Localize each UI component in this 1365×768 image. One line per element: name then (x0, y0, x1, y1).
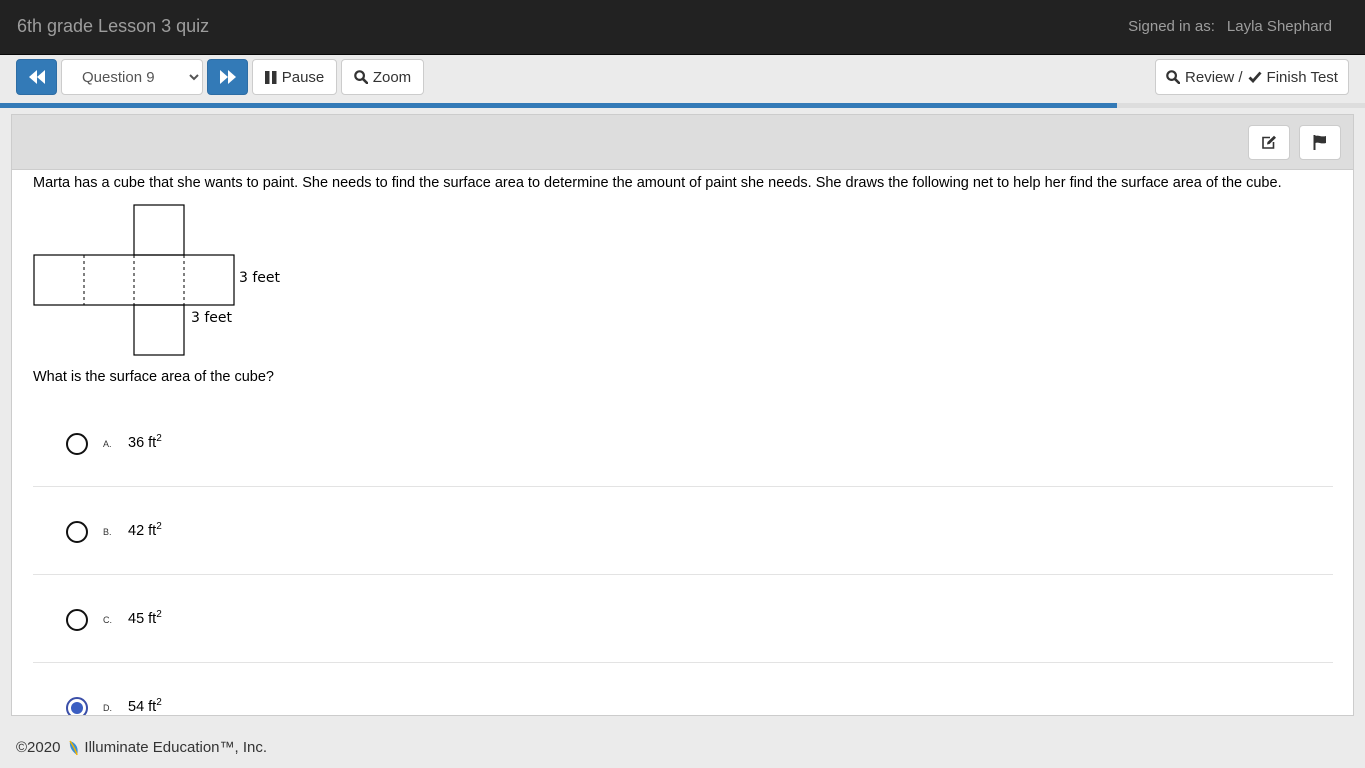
choice-b-radio[interactable] (66, 521, 88, 543)
edit-icon (1262, 135, 1276, 149)
pause-icon (264, 70, 277, 84)
choice-d-text: 54 ft2 (128, 697, 162, 715)
signed-in-info: Signed in as: Layla Shephard (1128, 18, 1332, 35)
test-toolbar: Question 9 Pause Zoom Review / Finish Te… (0, 55, 1365, 103)
page-footer: ©2020 Illuminate Education™, Inc. (16, 739, 267, 756)
choice-a-text: 36 ft2 (128, 433, 162, 451)
answer-choice-d[interactable]: D. 54 ft2 (33, 663, 1333, 715)
finish-label: Finish Test (1266, 68, 1338, 86)
choice-a-radio[interactable] (66, 433, 88, 455)
question-prompt: Marta has a cube that she wants to paint… (33, 175, 1282, 191)
search-icon (354, 70, 368, 84)
choice-c-radio[interactable] (66, 609, 88, 631)
test-progress-bar (0, 103, 1365, 108)
question-panel: Marta has a cube that she wants to paint… (11, 114, 1354, 716)
fast-forward-icon (219, 70, 236, 84)
app-title: 6th grade Lesson 3 quiz (17, 16, 210, 36)
question-select[interactable]: Question 9 (61, 59, 203, 95)
choice-c-letter: C. (103, 615, 112, 625)
choice-b-text: 42 ft2 (128, 521, 162, 539)
choice-c-text: 45 ft2 (128, 609, 162, 627)
user-name: Layla Shephard (1226, 18, 1332, 35)
net-face-top (133, 204, 185, 256)
net-label-side: 3 feet (239, 270, 281, 286)
choice-d-letter: D. (103, 703, 112, 713)
answer-choice-b[interactable]: B. 42 ft2 (33, 487, 1333, 575)
pause-button[interactable]: Pause (252, 59, 337, 95)
leaf-logo-icon (69, 740, 79, 755)
progress-fill (0, 103, 1117, 108)
company-name: Illuminate Education™, Inc. (84, 739, 268, 756)
review-label: Review / (1185, 68, 1243, 86)
fast-backward-icon (28, 70, 45, 84)
next-question-button[interactable] (207, 59, 248, 95)
check-icon (1248, 71, 1262, 83)
signed-in-label: Signed in as: (1128, 18, 1215, 35)
flag-icon (1313, 135, 1326, 150)
zoom-label: Zoom (372, 68, 412, 86)
answer-choice-c[interactable]: C. 45 ft2 (33, 575, 1333, 663)
search-icon (1166, 70, 1181, 84)
pause-label: Pause (281, 68, 325, 86)
cube-net-diagram: 3 feet 3 feet (33, 204, 281, 356)
review-finish-button[interactable]: Review / Finish Test (1155, 59, 1349, 95)
choice-b-letter: B. (103, 527, 112, 537)
net-label-bottom: 3 feet (191, 310, 233, 326)
notes-button[interactable] (1248, 125, 1290, 160)
flag-question-button[interactable] (1299, 125, 1341, 160)
top-navbar: 6th grade Lesson 3 quiz Signed in as: Lay… (0, 0, 1365, 55)
question-text: What is the surface area of the cube? (33, 369, 274, 385)
choice-d-radio[interactable] (66, 697, 88, 715)
net-face-bottom (133, 304, 185, 356)
question-panel-header (12, 115, 1353, 170)
choice-a-letter: A. (103, 439, 112, 449)
answer-choice-a[interactable]: A. 36 ft2 (33, 399, 1333, 487)
zoom-button[interactable]: Zoom (341, 59, 424, 95)
copyright-text: ©2020 (16, 739, 61, 756)
previous-question-button[interactable] (16, 59, 57, 95)
